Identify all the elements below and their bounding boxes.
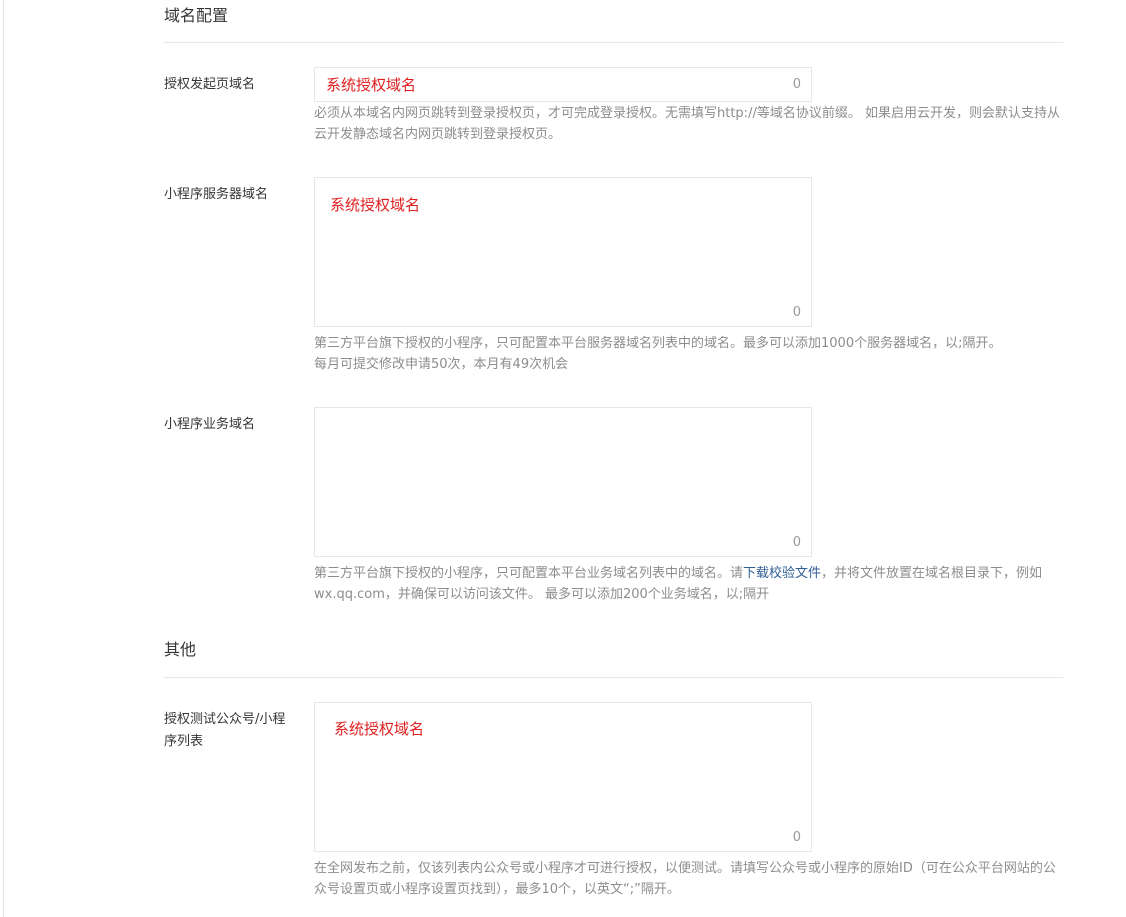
left-border bbox=[3, 0, 4, 917]
test-accounts-counter: 0 bbox=[792, 830, 801, 845]
server-domain-label: 小程序服务器域名 bbox=[164, 187, 269, 202]
auth-entry-domain-help: 必须从本域名内网页跳转到登录授权页，才可完成登录授权。无需填写http://等域… bbox=[314, 106, 1060, 142]
auth-entry-domain-value: 系统授权域名 bbox=[326, 76, 417, 94]
server-domain-help: 第三方平台旗下授权的小程序，只可配置本平台服务器域名列表中的域名。最多可以添加1… bbox=[314, 333, 1064, 375]
test-accounts-help: 在全网发布之前，仅该列表内公众号或小程序才可进行授权，以便测试。请填写公众号或小… bbox=[314, 861, 1056, 897]
section-divider-other bbox=[164, 677, 1063, 678]
section-title-other: 其他 bbox=[164, 640, 197, 659]
test-accounts-textarea[interactable]: 系统授权域名 0 bbox=[314, 702, 812, 852]
server-domain-help-line2: 每月可提交修改申请50次，本月有49次机会 bbox=[314, 357, 569, 372]
business-domain-help-before: 第三方平台旗下授权的小程序，只可配置本平台业务域名列表中的域名。请 bbox=[314, 566, 744, 581]
section-divider-domain bbox=[164, 42, 1063, 43]
server-domain-counter: 0 bbox=[792, 305, 801, 320]
server-domain-textarea[interactable]: 系统授权域名 0 bbox=[314, 177, 812, 327]
download-verify-file-link[interactable]: 下载校验文件 bbox=[743, 566, 821, 581]
section-title-domain: 域名配置 bbox=[164, 6, 229, 25]
test-accounts-value: 系统授权域名 bbox=[334, 720, 425, 738]
auth-entry-domain-label: 授权发起页域名 bbox=[164, 77, 256, 92]
auth-entry-domain-counter: 0 bbox=[792, 77, 801, 92]
business-domain-counter: 0 bbox=[792, 535, 801, 550]
business-domain-label: 小程序业务域名 bbox=[164, 417, 256, 432]
domain-config-page: 域名配置 授权发起页域名 系统授权域名 0 必须从本域名内网页跳转到登录授权页，… bbox=[0, 0, 1126, 917]
business-domain-help: 第三方平台旗下授权的小程序，只可配置本平台业务域名列表中的域名。请下载校验文件，… bbox=[314, 563, 1064, 605]
test-accounts-label: 授权测试公众号/小程序列表 bbox=[164, 712, 286, 749]
server-domain-value: 系统授权域名 bbox=[330, 196, 421, 214]
business-domain-textarea[interactable]: 0 bbox=[314, 407, 812, 557]
server-domain-help-line1: 第三方平台旗下授权的小程序，只可配置本平台服务器域名列表中的域名。最多可以添加1… bbox=[314, 336, 1002, 351]
auth-entry-domain-input[interactable]: 系统授权域名 0 bbox=[314, 67, 812, 102]
